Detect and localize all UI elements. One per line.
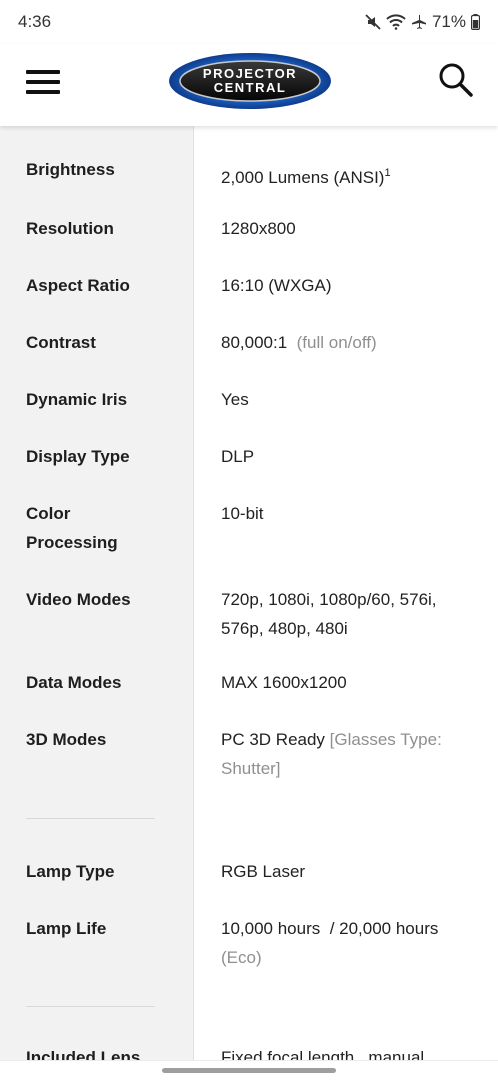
battery-icon <box>471 14 480 30</box>
battery-level: 71% <box>431 12 466 31</box>
spec-value-data-modes: MAX 1600x1200 <box>221 673 347 692</box>
spec-label-resolution: Resolution <box>26 219 114 238</box>
spec-value-lamp-type: RGB Laser <box>221 862 306 881</box>
home-indicator[interactable] <box>162 1068 336 1073</box>
spec-label-contrast: Contrast <box>26 333 96 352</box>
mute-icon <box>365 14 381 30</box>
section-divider <box>26 1006 155 1007</box>
hamburger-menu-icon[interactable] <box>26 68 60 96</box>
logo-line-1: PROJECTOR <box>202 66 298 81</box>
status-bar: 4:36 71% <box>0 0 498 44</box>
spec-label-aspect-ratio: Aspect Ratio <box>26 276 130 295</box>
spec-label-lamp-type: Lamp Type <box>26 862 115 881</box>
projector-central-logo[interactable]: PROJECTOR CENTRAL <box>168 52 332 110</box>
spec-value-contrast: 80,000:1 (full on/off) <box>221 333 377 352</box>
site-header: PROJECTOR CENTRAL <box>0 44 498 126</box>
spec-value-display-type: DLP <box>221 447 255 466</box>
spec-value-aspect-ratio: 16:10 (WXGA) <box>221 276 332 295</box>
spec-value-brightness: 2,000 Lumens (ANSI)1 <box>221 167 391 187</box>
spec-label-display-type: Display Type <box>26 447 130 466</box>
lamp-life-note: (Eco) <box>221 948 262 967</box>
spec-value-dynamic-iris: Yes <box>221 390 249 409</box>
navigation-bar <box>0 1060 498 1080</box>
contrast-note: (full on/off) <box>296 333 377 352</box>
status-icons: 71% <box>365 12 480 32</box>
spec-value-3d-modes: PC 3D Ready [Glasses Type: Shutter] <box>221 730 442 778</box>
airplane-icon <box>411 14 427 30</box>
spec-value-lamp-life: 10,000 hours / 20,000 hours (Eco) <box>221 919 439 967</box>
spec-label-data-modes: Data Modes <box>26 673 122 692</box>
spec-table: Brightness 2,000 Lumens (ANSI)1 Resoluti… <box>0 126 498 1060</box>
spec-value-video-modes: 720p, 1080i, 1080p/60, 576i, 576p, 480p,… <box>221 590 437 638</box>
spec-value-included-lens: Fixed focal length , manual <box>221 1048 425 1060</box>
section-divider <box>26 818 155 819</box>
search-icon[interactable] <box>438 62 474 98</box>
wifi-icon <box>386 14 406 30</box>
logo-line-2: CENTRAL <box>213 80 287 95</box>
footnote-marker[interactable]: 1 <box>384 167 390 179</box>
spec-label-video-modes: Video Modes <box>26 590 131 609</box>
spec-label-included-lens: Included Lens <box>26 1048 141 1060</box>
spec-value-resolution: 1280x800 <box>221 219 296 238</box>
spec-label-color-processing: Color Processing <box>26 504 118 552</box>
status-time: 4:36 <box>18 12 52 31</box>
spec-label-3d-modes: 3D Modes <box>26 730 107 749</box>
spec-label-dynamic-iris: Dynamic Iris <box>26 390 128 409</box>
spec-value-color-processing: 10-bit <box>221 504 264 523</box>
spec-label-brightness: Brightness <box>26 160 115 179</box>
spec-label-lamp-life: Lamp Life <box>26 919 107 938</box>
